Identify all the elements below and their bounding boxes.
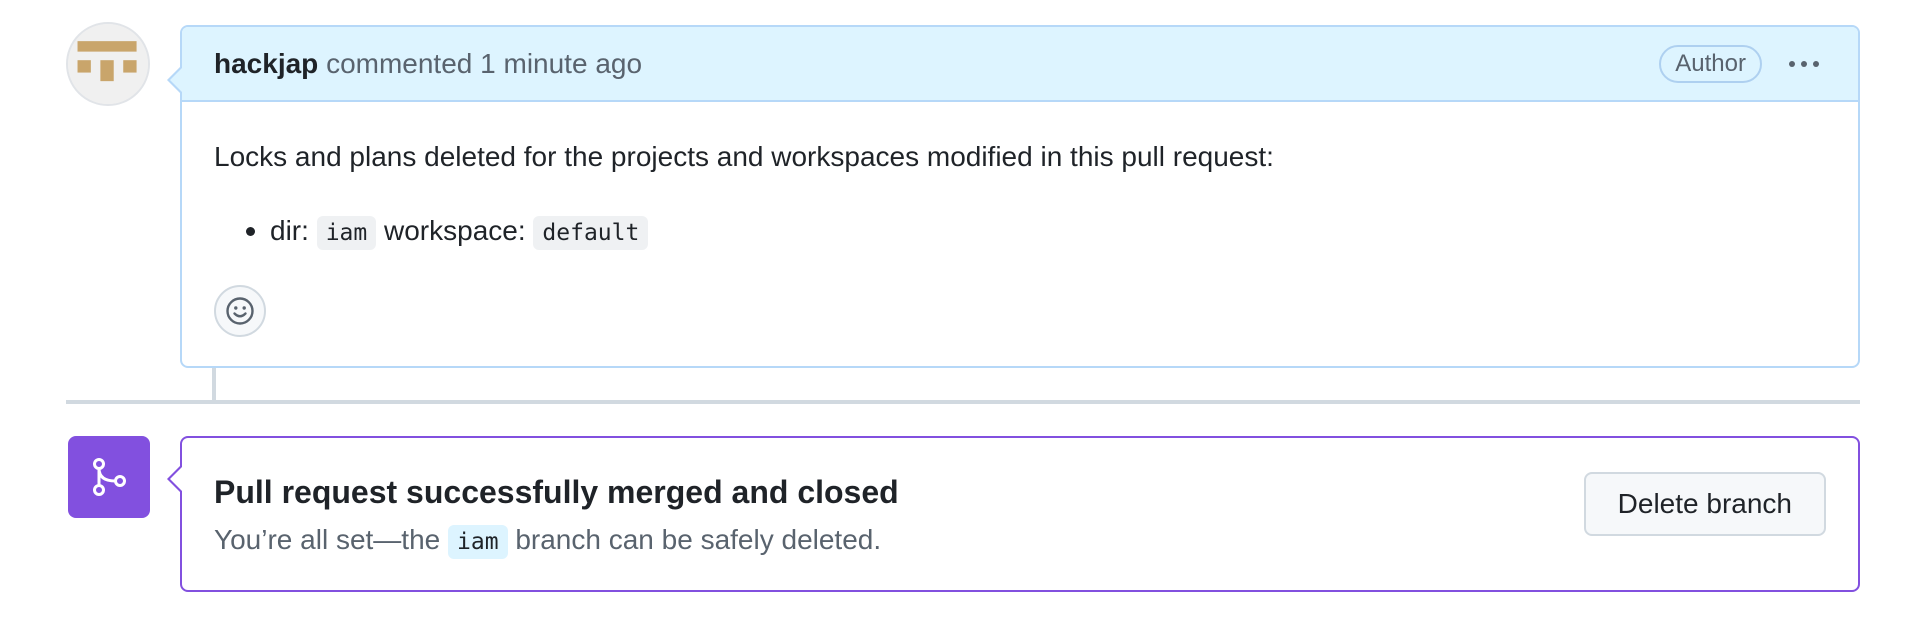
comment-box: hackjap commented 1 minute ago Author Lo…: [167, 25, 1860, 368]
comment-body-text: Locks and plans deleted for the projects…: [214, 141, 1274, 172]
author-badge: Author: [1659, 45, 1762, 83]
merged-status-box: Pull request successfully merged and clo…: [167, 436, 1860, 592]
branch-name-code[interactable]: iam: [448, 525, 508, 559]
workspace-label: workspace:: [384, 215, 526, 246]
list-item: dir: iam workspace: default: [270, 213, 1274, 251]
dir-value-code: iam: [316, 216, 377, 250]
merged-caret-fill: [170, 466, 183, 492]
workspace-value-code: default: [533, 216, 649, 250]
comment-action: commented: [326, 48, 473, 79]
kebab-dot: [1789, 61, 1795, 67]
merged-subtitle-prefix: You’re all set—the: [214, 524, 441, 555]
kebab-dot: [1801, 61, 1807, 67]
merged-subtitle: You’re all set—the iam branch can be saf…: [214, 522, 881, 560]
comment-body: Locks and plans deleted for the projects…: [214, 139, 1274, 251]
comment-timestamp-link[interactable]: 1 minute ago: [480, 48, 642, 79]
merge-status-badge: [68, 436, 150, 518]
add-reaction-button[interactable]: [214, 285, 266, 337]
dir-label: dir:: [270, 215, 309, 246]
merged-subtitle-suffix: branch can be safely deleted.: [515, 524, 882, 555]
avatar[interactable]: [66, 22, 150, 106]
kebab-horizontal-icon[interactable]: [1784, 47, 1824, 81]
merged-title: Pull request successfully merged and clo…: [214, 474, 899, 510]
comment-header-text: hackjap commented 1 minute ago: [214, 47, 642, 81]
comment-header: hackjap commented 1 minute ago Author: [182, 27, 1858, 102]
delete-branch-button[interactable]: Delete branch: [1583, 472, 1826, 536]
smiley-icon: [226, 297, 254, 325]
identicon-avatar-icon: [68, 24, 148, 104]
timeline-connector: [212, 368, 216, 402]
timeline-divider: [66, 400, 1860, 404]
comment-author-link[interactable]: hackjap: [214, 48, 318, 79]
list-bullet: [246, 227, 255, 236]
git-merge-icon: [93, 458, 126, 496]
kebab-dot: [1813, 61, 1819, 67]
comment-list: dir: iam workspace: default: [214, 213, 1274, 251]
